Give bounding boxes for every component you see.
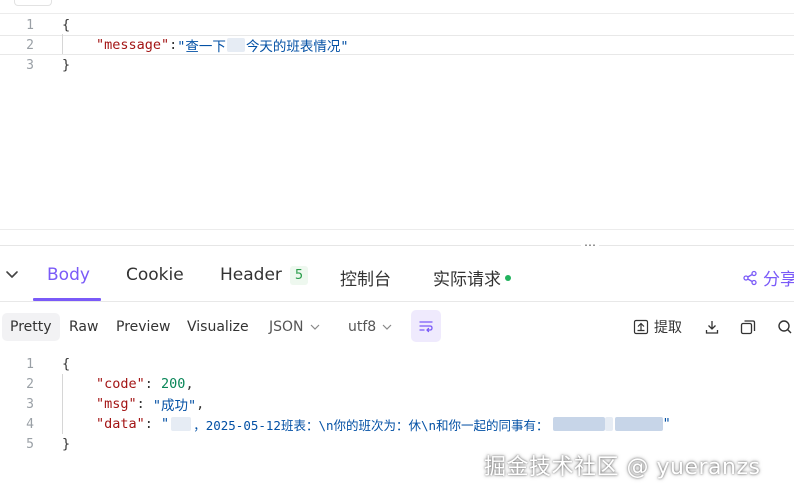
json-value-message-end: 今天的班表情况" — [245, 39, 349, 55]
line-number: 2 — [26, 37, 34, 53]
chevron-down-icon[interactable] — [4, 266, 20, 282]
request-line-2: 2 "message": "查一下 今天的班表情况" — [0, 35, 794, 55]
json-value-code: 200 — [161, 376, 186, 392]
chevron-down-icon — [310, 324, 319, 330]
view-pretty-button[interactable]: Pretty — [2, 313, 60, 341]
extract-label: 提取 — [654, 320, 682, 336]
json-colon: : — [144, 376, 162, 392]
encoding-select[interactable]: utf8 — [348, 313, 393, 341]
json-colon: : — [136, 396, 153, 412]
view-preview-button[interactable]: Preview — [116, 313, 171, 341]
word-wrap-icon — [419, 321, 433, 333]
request-line-1: 1 { — [0, 15, 794, 35]
line-number: 1 — [26, 17, 34, 33]
json-comma: , — [185, 376, 194, 392]
redacted-colleagues — [604, 417, 613, 431]
status-dot — [505, 274, 511, 281]
brace-close: } — [62, 436, 71, 452]
redacted-colleagues — [614, 417, 663, 431]
copy-button[interactable] — [740, 313, 756, 341]
response-toolbar: Pretty Raw Preview Visualize JSON utf8 提… — [0, 306, 794, 348]
response-line-3: 3 "msg": "成功", — [0, 394, 794, 414]
json-colon: : — [144, 416, 162, 432]
line-number: 3 — [26, 396, 34, 412]
json-key-msg: "msg" — [96, 396, 137, 412]
json-value-data-quote-open: " — [161, 416, 170, 432]
editor-divider — [0, 229, 794, 230]
request-tab-stub[interactable] — [14, 0, 52, 6]
json-value-data-quote-close: " — [662, 416, 671, 432]
json-comma: , — [196, 396, 205, 412]
download-button[interactable] — [704, 313, 720, 341]
share-icon — [743, 270, 757, 285]
header-count-badge: 5 — [289, 265, 309, 285]
line-number: 4 — [26, 416, 34, 432]
brace-open: { — [62, 356, 71, 372]
tab-body[interactable]: Body — [47, 265, 90, 285]
redacted-name — [226, 38, 245, 52]
redacted-colleagues — [552, 417, 605, 431]
download-icon — [705, 321, 719, 334]
response-tabs: Body Cookie Header 5 控制台 实际请求 分享 — [0, 256, 794, 302]
view-visualize-label: Visualize — [187, 319, 249, 335]
tab-body-label: Body — [47, 265, 90, 285]
search-button[interactable] — [777, 313, 793, 341]
tab-actual-request[interactable]: 实际请求 — [433, 265, 511, 290]
indent-guide — [62, 34, 63, 54]
view-raw-label: Raw — [69, 319, 99, 335]
extract-icon — [633, 319, 649, 335]
response-body-viewer[interactable]: 1 { 2 "code": 200, 3 "msg": "成功", 4 "dat… — [0, 354, 794, 464]
brace-close: } — [62, 57, 71, 73]
extract-button[interactable]: 提取 — [633, 313, 682, 341]
line-number: 5 — [26, 436, 34, 452]
tab-cookie[interactable]: Cookie — [126, 265, 184, 285]
tab-console[interactable]: 控制台 — [340, 265, 391, 290]
tab-header[interactable]: Header 5 — [220, 265, 309, 285]
drag-handle-icon[interactable]: ⋯ — [581, 238, 599, 252]
word-wrap-toggle[interactable] — [411, 310, 441, 342]
chevron-down-icon — [382, 324, 392, 330]
request-line-3: 3 } — [0, 55, 794, 75]
view-pretty-label: Pretty — [10, 319, 52, 335]
response-line-2: 2 "code": 200, — [0, 374, 794, 394]
json-colon: : — [169, 37, 178, 53]
watermark: 掘金技术社区 @ yueranzs — [484, 455, 761, 480]
json-value-msg: "成功" — [152, 398, 197, 414]
redacted-name — [171, 417, 192, 431]
splitter-line — [0, 245, 794, 246]
view-raw-button[interactable]: Raw — [69, 313, 98, 341]
json-value-message-start: "查一下 — [177, 39, 226, 55]
line-number: 3 — [26, 57, 34, 73]
request-tab-strip — [0, 0, 794, 14]
request-body-editor[interactable]: 1 { 2 "message": "查一下 今天的班表情况" 3 } — [0, 14, 794, 230]
copy-icon — [740, 320, 756, 335]
share-button[interactable]: 分享 — [742, 265, 794, 290]
brace-open: { — [62, 17, 71, 33]
pane-splitter[interactable]: ⋯ — [0, 238, 794, 254]
search-icon — [778, 320, 792, 334]
tab-cookie-label: Cookie — [126, 265, 184, 285]
share-label: 分享 — [763, 270, 794, 290]
json-key-data: "data" — [96, 416, 145, 432]
format-select[interactable]: JSON — [269, 313, 321, 341]
response-line-1: 1 { — [0, 354, 794, 374]
format-select-value: JSON — [269, 319, 304, 335]
json-key-code: "code" — [96, 376, 145, 392]
json-key-message: "message" — [96, 37, 170, 53]
tab-header-label: Header — [220, 265, 282, 285]
tab-actual-request-label: 实际请求 — [433, 270, 501, 290]
view-preview-label: Preview — [116, 319, 171, 335]
active-tab-indicator — [33, 298, 101, 301]
encoding-select-value: utf8 — [348, 319, 377, 335]
line-number: 1 — [26, 356, 34, 372]
response-line-4: 4 "data": " ，2025-05-12班表：\n你的班次为：休\n和你一起… — [0, 414, 794, 434]
tab-console-label: 控制台 — [340, 270, 391, 290]
json-value-data: ，2025-05-12班表：\n你的班次为：休\n和你一起的同事有： — [193, 417, 549, 433]
view-visualize-button[interactable]: Visualize — [187, 313, 249, 341]
line-number: 2 — [26, 376, 34, 392]
